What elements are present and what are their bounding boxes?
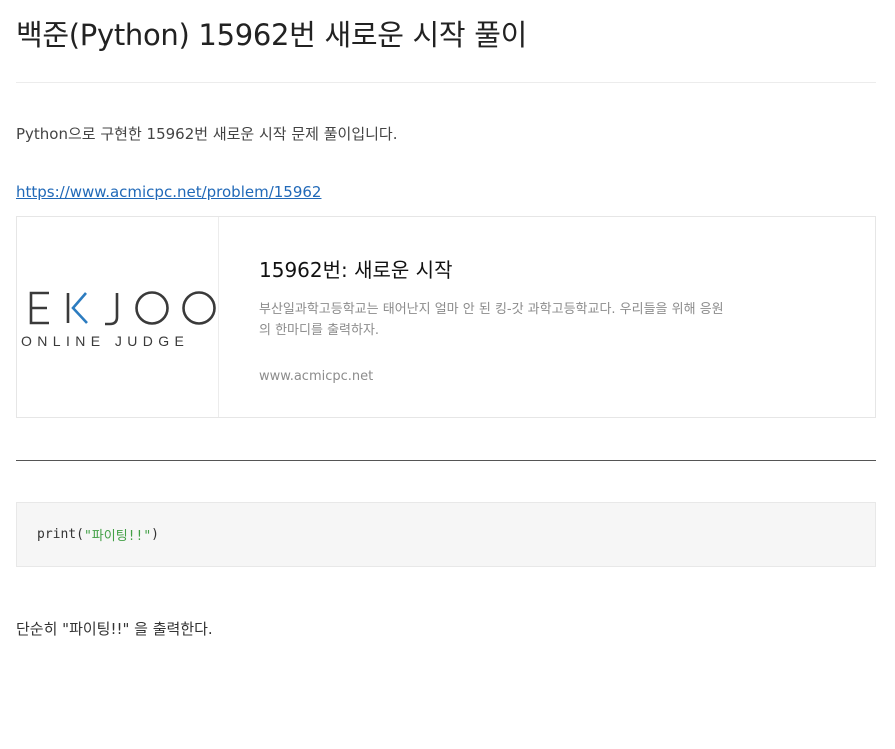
card-title[interactable]: 15962번: 새로운 시작 bbox=[259, 255, 759, 285]
logo-letter-j bbox=[105, 293, 119, 326]
summary-text: 단순히 "파이팅!!" 을 출력한다. bbox=[16, 620, 213, 638]
logo-subtext: ONLINE JUDGE bbox=[21, 333, 189, 349]
card-body: 15962번: 새로운 시작 부산일과학고등학교는 태어난지 얼마 안 된 킹-… bbox=[219, 217, 759, 417]
logo-letter-k-accent bbox=[71, 292, 88, 324]
code-function: print( bbox=[37, 527, 84, 542]
card-description: 부산일과학고등학교는 태어난지 얼마 안 된 킹-갓 과학고등학교다. 우리들을… bbox=[259, 302, 724, 338]
logo-letter-o1 bbox=[135, 291, 169, 325]
card-thumbnail: ONLINE JUDGE bbox=[17, 217, 219, 417]
logo-letter-o2 bbox=[182, 291, 216, 325]
code-close-paren: ) bbox=[151, 527, 159, 542]
code-block: print("파이팅!!") bbox=[16, 502, 876, 567]
baekjoon-logo: ONLINE JUDGE bbox=[21, 291, 216, 349]
logo-letter-e bbox=[29, 291, 49, 325]
link-preview-card[interactable]: ONLINE JUDGE 15962번: 새로운 시작 부산일과학고등학교는 태… bbox=[16, 216, 876, 418]
blog-post: 백준(Python) 15962번 새로운 시작 풀이 Python으로 구현한… bbox=[0, 0, 895, 749]
code-string: "파이팅!!" bbox=[83, 529, 152, 544]
horizontal-rule bbox=[16, 460, 876, 461]
card-domain: www.acmicpc.net bbox=[259, 369, 374, 384]
problem-link[interactable]: https://www.acmicpc.net/problem/15962 bbox=[16, 181, 321, 203]
title-divider bbox=[16, 82, 876, 83]
page-title: 백준(Python) 15962번 새로운 시작 풀이 bbox=[16, 18, 527, 52]
intro-text: Python으로 구현한 15962번 새로운 시작 문제 풀이입니다. bbox=[16, 125, 398, 143]
